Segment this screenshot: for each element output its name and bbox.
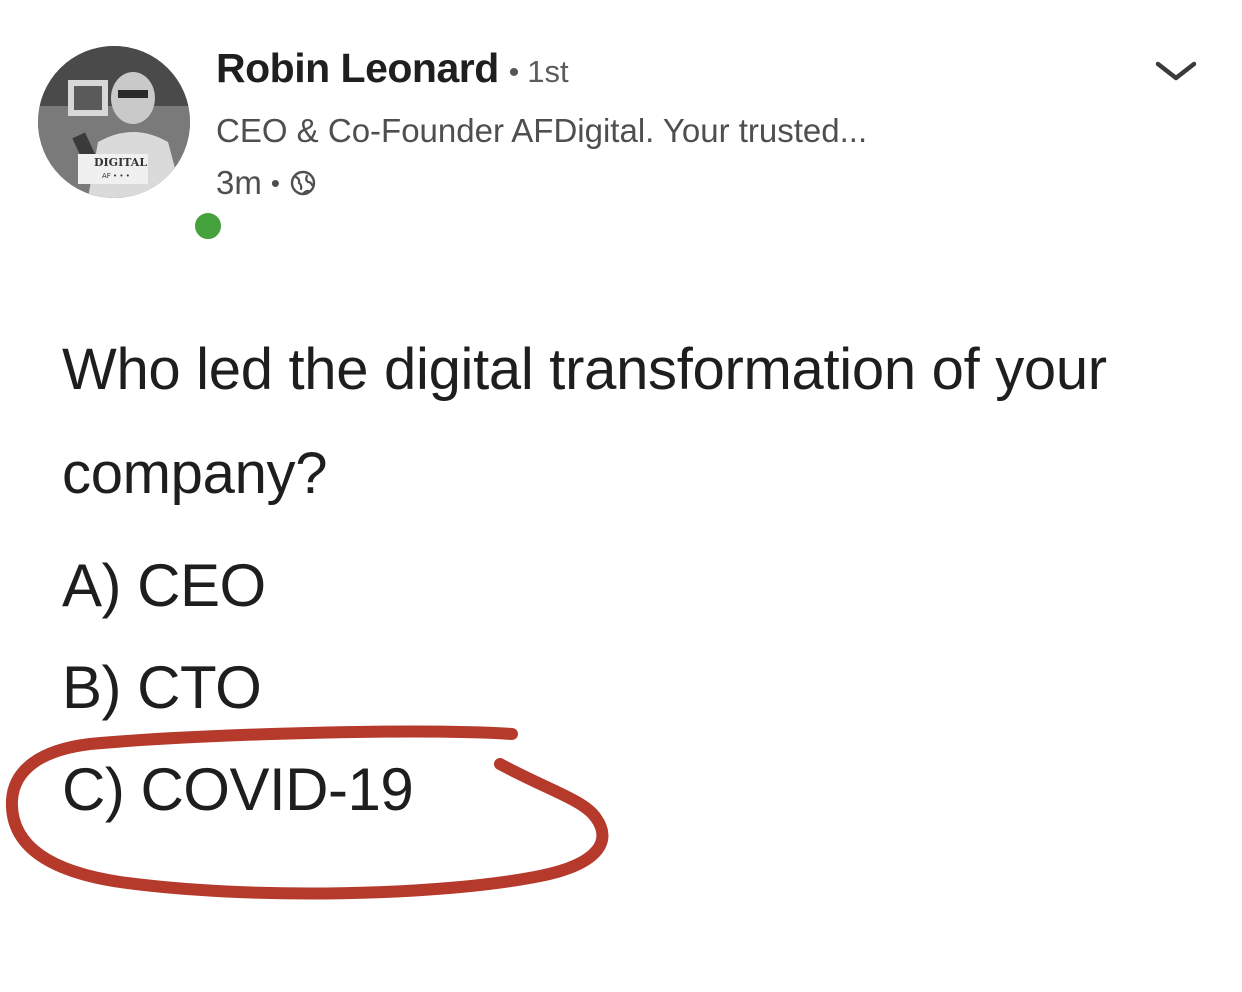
post-menu-chevron-icon[interactable]	[1150, 52, 1202, 92]
author-headline[interactable]: CEO & Co-Founder AFDigital. Your trusted…	[216, 108, 867, 154]
author-name[interactable]: Robin Leonard	[216, 45, 499, 91]
post-question-text: Who led the digital transformation of yo…	[62, 337, 1107, 506]
avatar-logo-text: DIGITAL	[94, 156, 147, 169]
post-meta: 3m •	[216, 160, 317, 206]
connection-degree: 1st	[527, 54, 569, 89]
online-status-dot	[190, 208, 226, 244]
answer-option-b: B) CTO	[62, 654, 262, 721]
globe-icon	[290, 170, 316, 196]
author-avatar[interactable]: DIGITAL AF • • •	[38, 46, 226, 244]
answer-option-a: A) CEO	[62, 552, 266, 619]
author-line: Robin Leonard • 1st	[216, 40, 569, 106]
svg-text:AF • • •: AF • • •	[102, 172, 130, 180]
separator-dot: •	[270, 168, 280, 198]
separator-dot: •	[508, 56, 520, 89]
avatar-photo: DIGITAL AF • • •	[38, 46, 190, 198]
post-timestamp: 3m	[216, 164, 262, 201]
answer-option-c: C) COVID-19	[62, 756, 414, 823]
feed-post: DIGITAL AF • • • Robin Leonard • 1st CEO &…	[0, 0, 1242, 992]
